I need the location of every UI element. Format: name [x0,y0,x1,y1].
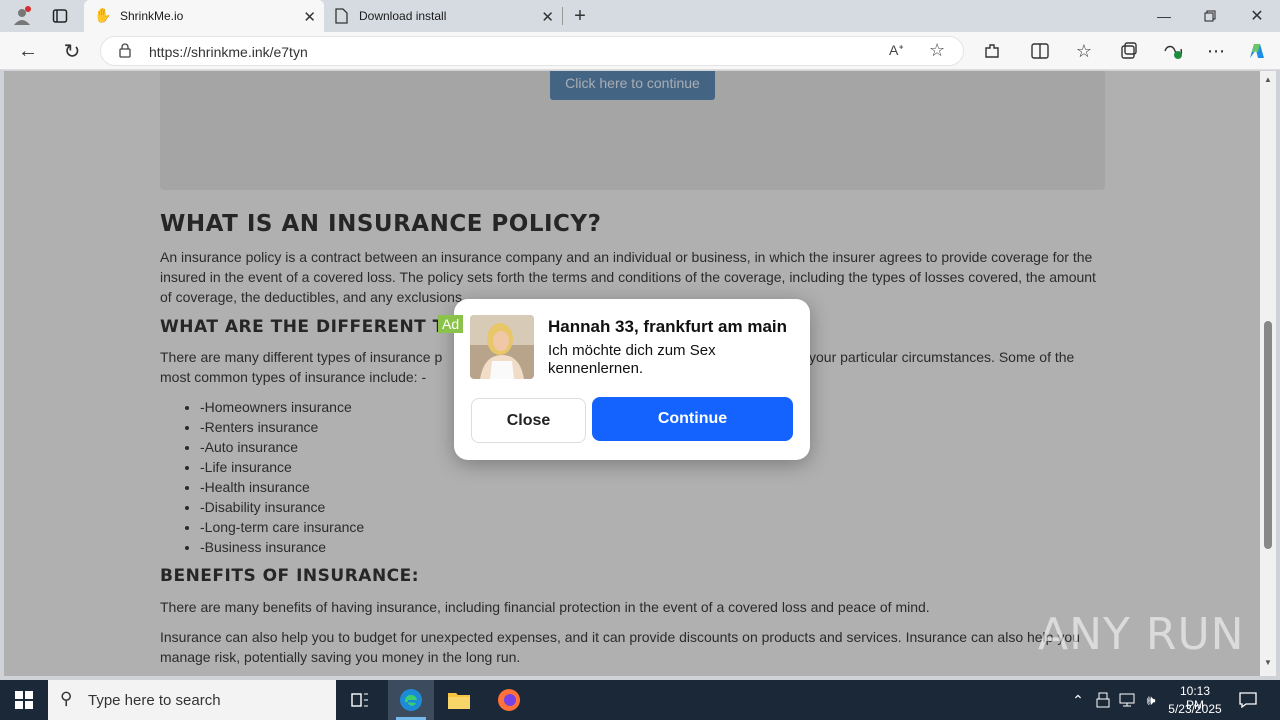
new-tab-icon[interactable]: + [568,5,592,27]
usb-device-icon[interactable] [1094,690,1112,710]
anyrun-watermark: ANY RUN [1038,609,1245,660]
edge-icon [399,688,423,717]
tab-shrinkme[interactable]: ✋ ShrinkMe.io ✕ [84,0,324,32]
ad-badge: Ad [438,315,464,333]
copilot-icon[interactable] [1245,39,1269,63]
minimize-icon[interactable]: — [1152,5,1176,27]
taskbar-search-box[interactable]: ⚲ Type here to search [48,680,336,720]
collections-icon[interactable] [1117,39,1141,63]
read-aloud-icon[interactable]: Aᐩ [889,42,904,59]
ad-continue-button[interactable]: Continue [592,397,793,441]
edge-taskbar-button[interactable] [388,680,434,720]
clock-date[interactable]: 5/23/2025 [1166,702,1224,716]
extensions-icon[interactable] [980,39,1004,63]
more-menu-icon[interactable]: ⋯ [1204,39,1228,63]
search-icon: ⚲ [60,689,73,708]
task-view-icon[interactable] [348,689,372,711]
browser-essentials-icon[interactable] [1161,39,1185,63]
url-text[interactable]: https://shrinkme.ink/e7tyn [149,44,308,60]
network-icon[interactable] [1117,690,1137,710]
tab-bar: ✋ ShrinkMe.io ✕ Download install ✕ + — ✕ [0,0,1280,32]
scroll-up-arrow-icon[interactable]: ▲ [1264,75,1272,84]
address-bar: ← ↻ https://shrinkme.ink/e7tyn Aᐩ ☆ ☆ ⋯ [0,32,1280,70]
ad-title: Hannah 33, frankfurt am main [548,317,788,336]
restore-icon[interactable] [1198,5,1222,27]
ad-message: Ich möchte dich zum Sex kennenlernen. [548,342,716,377]
close-window-icon[interactable]: ✕ [1245,5,1269,27]
tab-title: ShrinkMe.io [120,9,184,23]
close-tab-icon[interactable]: ✕ [541,8,554,26]
search-placeholder: Type here to search [88,692,221,709]
url-field[interactable]: https://shrinkme.ink/e7tyn Aᐩ ☆ [100,36,964,66]
back-icon[interactable]: ← [16,39,40,63]
show-hidden-icons-icon[interactable]: ⌃ [1068,690,1088,710]
windows-start-icon[interactable] [12,690,36,710]
firefox-icon[interactable] [496,688,522,712]
lock-icon[interactable] [119,43,131,63]
taskbar: ⚲ Type here to search ⌃ 🕪 10:13 PM 5/23/… [0,680,1280,720]
ad-close-button[interactable]: Close [471,398,586,443]
favorites-icon[interactable]: ☆ [1072,39,1096,63]
page-favicon-icon [334,8,348,27]
vertical-scrollbar[interactable]: ▲ ▼ [1260,71,1276,676]
notifications-icon[interactable] [1238,689,1258,711]
volume-icon[interactable]: 🕪 [1141,690,1161,710]
split-screen-icon[interactable] [1028,39,1052,63]
ad-avatar[interactable] [470,315,534,379]
tab-download-install[interactable]: Download install ✕ [324,0,562,32]
file-explorer-icon[interactable] [446,688,472,712]
tab-divider [562,7,563,25]
close-tab-icon[interactable]: ✕ [303,8,316,26]
scroll-down-arrow-icon[interactable]: ▼ [1264,658,1272,667]
ad-popup: Ad Hannah 33, frankfurt am main Ich möch… [438,299,810,460]
scroll-thumb[interactable] [1264,321,1272,549]
tab-actions-icon[interactable] [48,5,72,27]
hand-favicon-icon: ✋ [94,7,112,23]
favorite-star-icon[interactable]: ☆ [929,40,945,61]
profile-icon[interactable] [10,5,34,27]
tab-title: Download install [359,9,447,23]
refresh-icon[interactable]: ↻ [60,39,84,63]
